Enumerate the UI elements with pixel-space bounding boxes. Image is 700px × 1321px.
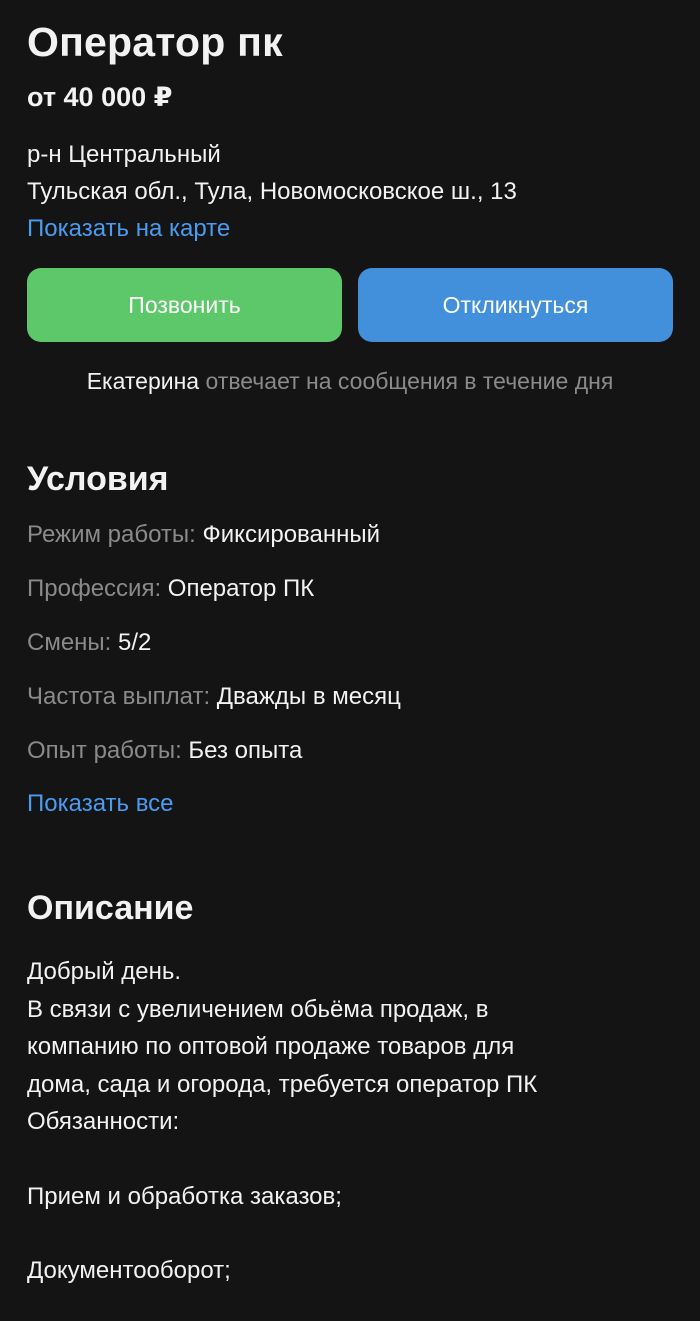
condition-label: Смены: — [27, 629, 112, 656]
condition-payment-frequency: Частота выплат: Дважды в месяц — [27, 682, 673, 736]
responder-response-time: отвечает на сообщения в течение дня — [205, 368, 614, 394]
condition-value: Без опыта — [188, 737, 303, 764]
show-all-conditions-link[interactable]: Показать все — [27, 789, 673, 819]
condition-label: Режим работы: — [27, 521, 196, 548]
description-line: Прием и обработка заказов; — [27, 1182, 342, 1210]
reply-button[interactable]: Откликнуться — [358, 268, 673, 342]
vacancy-title: Оператор пк — [27, 19, 283, 65]
responder-info: Екатерина отвечает на сообщения в течени… — [27, 366, 673, 396]
condition-work-mode: Режим работы: Фиксированный — [27, 520, 673, 574]
condition-shifts: Смены: 5/2 — [27, 628, 673, 682]
condition-value: Оператор ПК — [167, 575, 315, 602]
description-body: Добрый день. В связи с увеличением обьём… — [27, 953, 673, 1290]
condition-label: Частота выплат: — [27, 683, 211, 710]
vacancy-page: Оператор пк от 40 000 ₽ р-н Центральный … — [0, 0, 700, 1321]
responder-name: Екатерина — [86, 368, 200, 394]
action-buttons: Позвонить Откликнуться — [27, 268, 673, 342]
conditions-title: Условия — [27, 460, 169, 498]
address-block: р-н Центральный Тульская обл., Тула, Нов… — [27, 136, 673, 247]
condition-value: Дважды в месяц — [216, 683, 401, 710]
description-line: Обязанности: — [27, 1108, 180, 1135]
address: Тульская обл., Тула, Новомосковское ш., … — [27, 178, 517, 205]
description-line: дома, сада и огорода, требуется оператор… — [27, 1070, 538, 1098]
description-line: Документооборот; — [27, 1257, 231, 1284]
call-button[interactable]: Позвонить — [27, 268, 342, 342]
condition-profession: Профессия: Оператор ПК — [27, 574, 673, 628]
condition-label: Профессия: — [27, 575, 162, 602]
description-title: Описание — [27, 889, 194, 927]
district: р-н Центральный — [27, 141, 221, 168]
condition-value: Фиксированный — [202, 521, 381, 548]
condition-experience: Опыт работы: Без опыта — [27, 736, 673, 790]
description-line: компанию по оптовой продаже товаров для — [27, 1033, 515, 1060]
condition-label: Опыт работы: — [27, 737, 182, 764]
description-line: В связи с увеличением обьёма продаж, в — [27, 995, 489, 1023]
vacancy-salary: от 40 000 ₽ — [27, 82, 173, 112]
conditions-list: Режим работы: Фиксированный Профессия: О… — [27, 520, 673, 790]
description-line: Добрый день. — [27, 958, 182, 985]
show-on-map-link[interactable]: Показать на карте — [27, 210, 673, 247]
condition-value: 5/2 — [118, 629, 152, 656]
